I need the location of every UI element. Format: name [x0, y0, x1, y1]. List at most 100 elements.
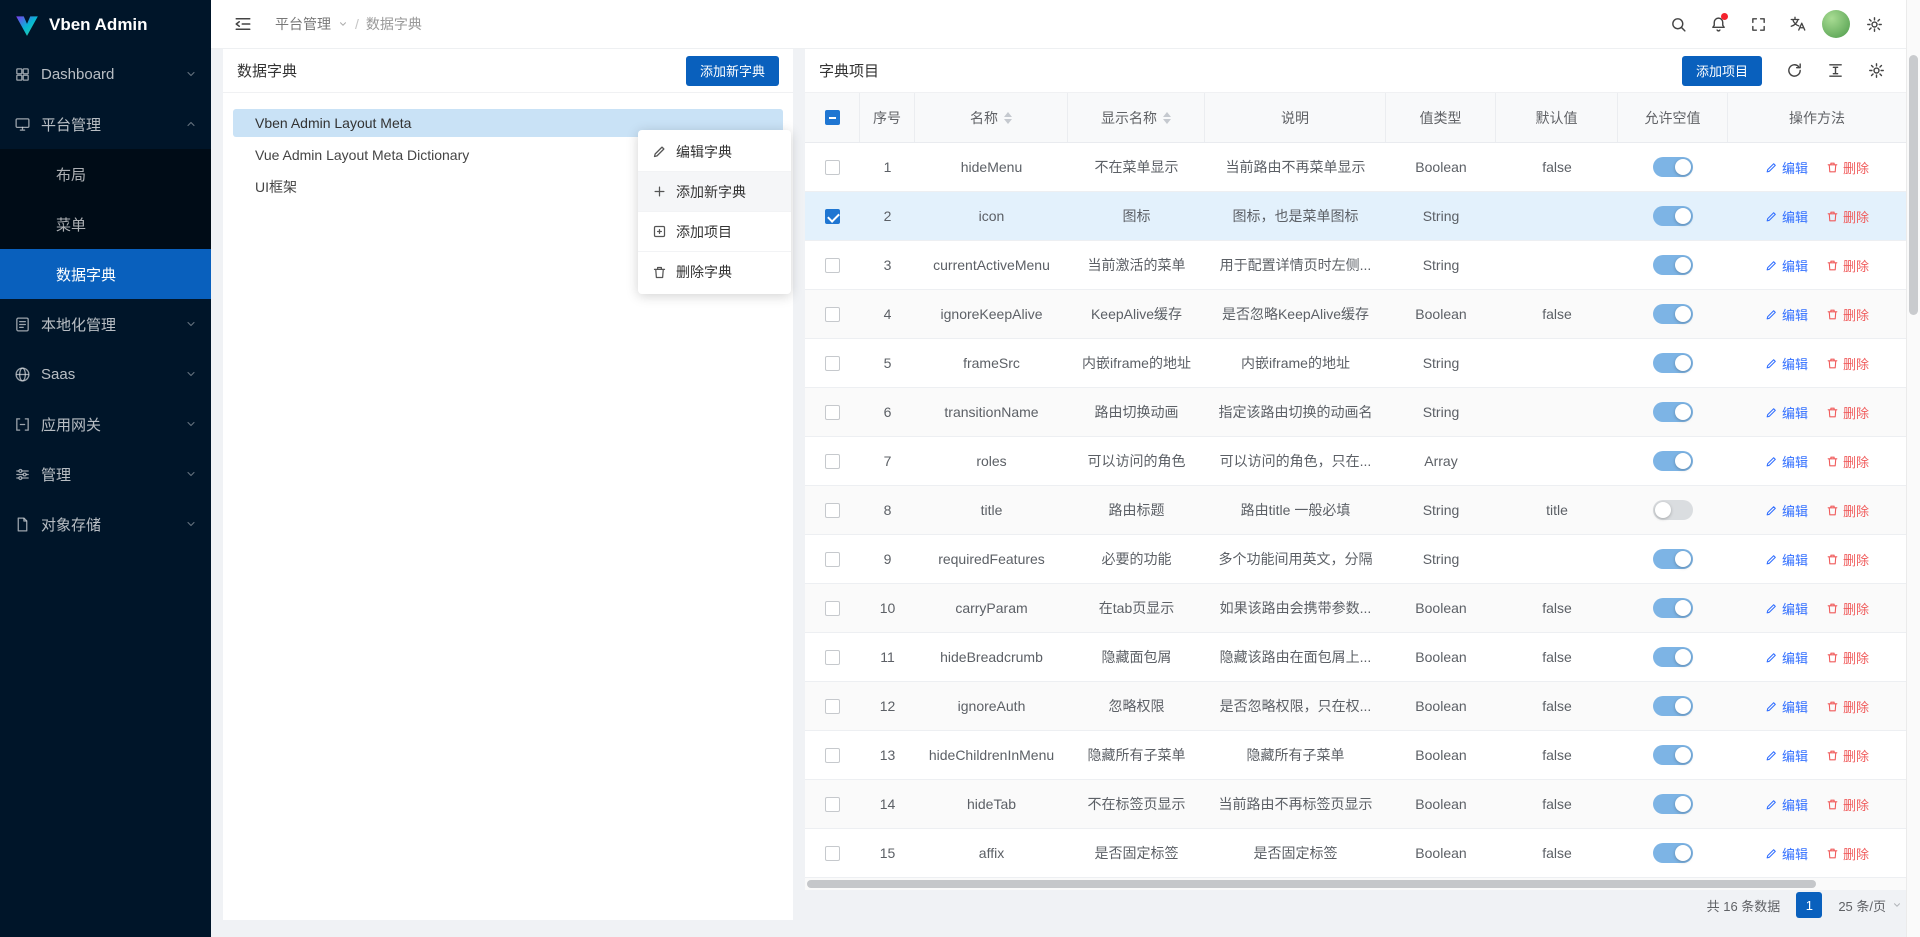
table-row[interactable]: 9 requiredFeatures 必要的功能 多个功能间用英文，分隔 Str… — [805, 535, 1906, 584]
table-row[interactable]: 14 hideTab 不在标签页显示 当前路由不再标签页显示 Boolean f… — [805, 780, 1906, 829]
row-checkbox[interactable] — [825, 503, 840, 518]
table-row[interactable]: 10 carryParam 在tab页显示 如果该路由会携带参数... Bool… — [805, 584, 1906, 633]
sidebar-item-object-storage[interactable]: 对象存储 — [0, 499, 211, 549]
settings-gear-icon[interactable] — [1858, 8, 1890, 40]
table-row[interactable]: 5 frameSrc 内嵌iframe的地址 内嵌iframe的地址 Strin… — [805, 339, 1906, 388]
edit-button[interactable]: 编辑 — [1765, 452, 1808, 471]
settings-icon[interactable] — [1860, 55, 1892, 87]
page-1-button[interactable]: 1 — [1796, 892, 1822, 918]
allow-empty-toggle[interactable] — [1653, 598, 1693, 618]
delete-button[interactable]: 删除 — [1826, 697, 1869, 716]
row-checkbox[interactable] — [825, 846, 840, 861]
delete-button[interactable]: 删除 — [1826, 501, 1869, 520]
column-header-display-name[interactable]: 显示名称 — [1068, 93, 1205, 142]
delete-button[interactable]: 删除 — [1826, 599, 1869, 618]
allow-empty-toggle[interactable] — [1653, 402, 1693, 422]
horizontal-scrollbar-thumb[interactable] — [807, 880, 1816, 888]
search-icon[interactable] — [1662, 8, 1694, 40]
delete-button[interactable]: 删除 — [1826, 207, 1869, 226]
sidebar-item-platform-management[interactable]: 平台管理 — [0, 99, 211, 149]
allow-empty-toggle[interactable] — [1653, 696, 1693, 716]
column-header-name[interactable]: 名称 — [915, 93, 1068, 142]
sidebar-item-dashboard[interactable]: Dashboard — [0, 49, 211, 99]
edit-button[interactable]: 编辑 — [1765, 158, 1808, 177]
horizontal-scrollbar[interactable] — [805, 878, 1906, 890]
allow-empty-toggle[interactable] — [1653, 745, 1693, 765]
row-checkbox[interactable] — [825, 552, 840, 567]
edit-button[interactable]: 编辑 — [1765, 795, 1808, 814]
sort-carets-icon[interactable] — [1163, 112, 1171, 124]
translate-icon[interactable] — [1782, 8, 1814, 40]
table-row[interactable]: 6 transitionName 路由切换动画 指定该路由切换的动画名 Stri… — [805, 388, 1906, 437]
user-avatar[interactable] — [1822, 10, 1850, 38]
allow-empty-toggle[interactable] — [1653, 451, 1693, 471]
refresh-icon[interactable] — [1778, 55, 1810, 87]
row-checkbox[interactable] — [825, 797, 840, 812]
row-checkbox[interactable] — [825, 650, 840, 665]
table-row[interactable]: 13 hideChildrenInMenu 隐藏所有子菜单 隐藏所有子菜单 Bo… — [805, 731, 1906, 780]
sidebar-item-app-gateway[interactable]: 应用网关 — [0, 399, 211, 449]
edit-button[interactable]: 编辑 — [1765, 746, 1808, 765]
sort-carets-icon[interactable] — [1004, 112, 1012, 124]
delete-button[interactable]: 删除 — [1826, 403, 1869, 422]
delete-button[interactable]: 删除 — [1826, 648, 1869, 667]
row-checkbox[interactable] — [825, 356, 840, 371]
delete-button[interactable]: 删除 — [1826, 550, 1869, 569]
delete-button[interactable]: 删除 — [1826, 256, 1869, 275]
notification-bell-icon[interactable] — [1702, 8, 1734, 40]
app-logo[interactable]: Vben Admin — [0, 0, 211, 49]
edit-button[interactable]: 编辑 — [1765, 403, 1808, 422]
edit-button[interactable]: 编辑 — [1765, 550, 1808, 569]
row-checkbox[interactable] — [825, 160, 840, 175]
sidebar-subitem-menu[interactable]: 菜单 — [0, 199, 211, 249]
sidebar-item-localization[interactable]: 本地化管理 — [0, 299, 211, 349]
allow-empty-toggle[interactable] — [1653, 794, 1693, 814]
edit-button[interactable]: 编辑 — [1765, 697, 1808, 716]
edit-button[interactable]: 编辑 — [1765, 648, 1808, 667]
sidebar-item-saas[interactable]: Saas — [0, 349, 211, 399]
sidebar-collapse-icon[interactable] — [227, 8, 259, 40]
delete-button[interactable]: 删除 — [1826, 158, 1869, 177]
vertical-scrollbar[interactable] — [1906, 0, 1920, 937]
context-menu-add-dictionary[interactable]: 添加新字典 — [638, 172, 791, 212]
allow-empty-toggle[interactable] — [1653, 157, 1693, 177]
allow-empty-toggle[interactable] — [1653, 500, 1693, 520]
table-row[interactable]: 3 currentActiveMenu 当前激活的菜单 用于配置详情页时左侧..… — [805, 241, 1906, 290]
table-row[interactable]: 1 hideMenu 不在菜单显示 当前路由不再菜单显示 Boolean fal… — [805, 143, 1906, 192]
context-menu-add-item[interactable]: 添加项目 — [638, 212, 791, 252]
delete-button[interactable]: 删除 — [1826, 746, 1869, 765]
select-all-checkbox[interactable] — [825, 110, 840, 125]
edit-button[interactable]: 编辑 — [1765, 305, 1808, 324]
row-checkbox[interactable] — [825, 405, 840, 420]
row-checkbox[interactable] — [825, 307, 840, 322]
allow-empty-toggle[interactable] — [1653, 647, 1693, 667]
vertical-scrollbar-thumb[interactable] — [1909, 55, 1918, 315]
column-header-default[interactable]: 默认值 — [1496, 93, 1618, 142]
delete-button[interactable]: 删除 — [1826, 305, 1869, 324]
edit-button[interactable]: 编辑 — [1765, 844, 1808, 863]
row-checkbox[interactable] — [825, 601, 840, 616]
edit-button[interactable]: 编辑 — [1765, 354, 1808, 373]
column-header-actions[interactable]: 操作方法 — [1728, 93, 1906, 142]
delete-button[interactable]: 删除 — [1826, 795, 1869, 814]
column-header-allow-empty[interactable]: 允许空值 — [1618, 93, 1728, 142]
row-checkbox[interactable] — [825, 748, 840, 763]
row-checkbox[interactable] — [825, 699, 840, 714]
breadcrumb-current[interactable]: 数据字典 — [366, 14, 422, 34]
sidebar-item-management[interactable]: 管理 — [0, 449, 211, 499]
add-dictionary-button[interactable]: 添加新字典 — [686, 56, 779, 86]
row-checkbox[interactable] — [825, 454, 840, 469]
row-checkbox[interactable] — [825, 209, 840, 224]
edit-button[interactable]: 编辑 — [1765, 207, 1808, 226]
edit-button[interactable]: 编辑 — [1765, 501, 1808, 520]
column-header-description[interactable]: 说明 — [1205, 93, 1386, 142]
column-header-value-type[interactable]: 值类型 — [1386, 93, 1496, 142]
page-size-select[interactable]: 25 条/页 — [1838, 896, 1902, 915]
edit-button[interactable]: 编辑 — [1765, 256, 1808, 275]
table-row[interactable]: 8 title 路由标题 路由title 一般必填 String title 编… — [805, 486, 1906, 535]
delete-button[interactable]: 删除 — [1826, 844, 1869, 863]
fullscreen-icon[interactable] — [1742, 8, 1774, 40]
table-row[interactable]: 7 roles 可以访问的角色 可以访问的角色，只在... Array 编辑 删… — [805, 437, 1906, 486]
allow-empty-toggle[interactable] — [1653, 206, 1693, 226]
allow-empty-toggle[interactable] — [1653, 255, 1693, 275]
